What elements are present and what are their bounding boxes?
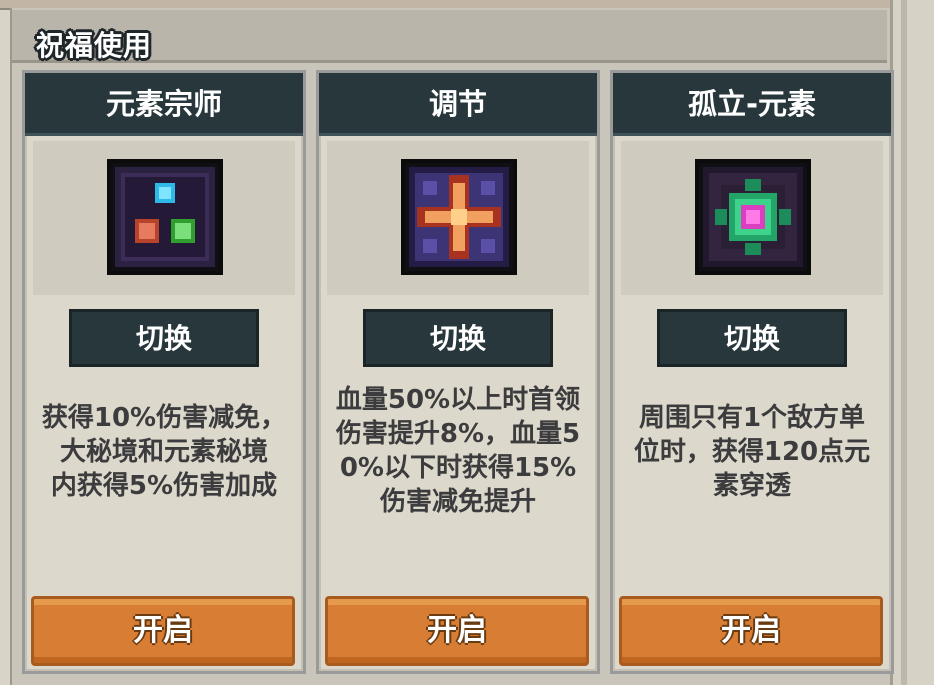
card-description: 血量50%以上时首领 伤害提升8%，血量5 0%以下时获得15% 伤害减免提升 — [319, 383, 597, 519]
header-bar: 祝福使用 — [12, 10, 887, 63]
blessing-card-2: 调节 切换 血量50%以上时首领 伤害提升8%，血量5 0%以下时获得15% 伤… — [316, 70, 600, 674]
cross-star-icon — [401, 159, 517, 275]
card-title: 调节 — [319, 73, 597, 136]
description-line: 获得10%伤害减免， — [41, 403, 287, 433]
description-line: 位时，获得120点元 — [633, 437, 871, 467]
page-title: 祝福使用 — [36, 29, 153, 62]
description-line: 大秘境和元素秘境 — [59, 437, 268, 467]
description-line: 0%以下时获得15% — [339, 453, 577, 483]
description-line: 伤害提升8%，血量5 — [335, 419, 581, 449]
enable-button[interactable]: 开启 — [619, 596, 883, 666]
blessing-card-1: 元素宗师 切换 获得10%伤害减免， 大秘境和元素秘境 内获得5%伤害加成 开启 — [22, 70, 306, 674]
enable-button[interactable]: 开启 — [325, 596, 589, 666]
card-description: 获得10%伤害减免， 大秘境和元素秘境 内获得5%伤害加成 — [25, 401, 303, 503]
icon-area — [327, 141, 589, 295]
description-line: 血量50%以上时首领 — [335, 385, 581, 415]
icon-area — [33, 141, 295, 295]
description-line: 内获得5%伤害加成 — [50, 471, 278, 501]
switch-button[interactable]: 切换 — [363, 309, 553, 367]
switch-button[interactable]: 切换 — [69, 309, 259, 367]
elements-icon — [107, 159, 223, 275]
icon-area — [621, 141, 883, 295]
isolated-gem-icon — [695, 159, 811, 275]
description-line: 伤害减免提升 — [379, 487, 536, 517]
right-frame — [890, 0, 934, 685]
card-title: 孤立-元素 — [613, 73, 891, 136]
switch-button[interactable]: 切换 — [657, 309, 847, 367]
blessing-card-3: 孤立-元素 切换 周围只有1个敌方单 位时，获得120点元 素穿透 开启 — [610, 70, 894, 674]
enable-button[interactable]: 开启 — [31, 596, 295, 666]
description-line: 素穿透 — [712, 471, 791, 501]
card-title: 元素宗师 — [25, 73, 303, 136]
card-description: 周围只有1个敌方单 位时，获得120点元 素穿透 — [613, 401, 891, 503]
description-line: 周围只有1个敌方单 — [638, 403, 866, 433]
